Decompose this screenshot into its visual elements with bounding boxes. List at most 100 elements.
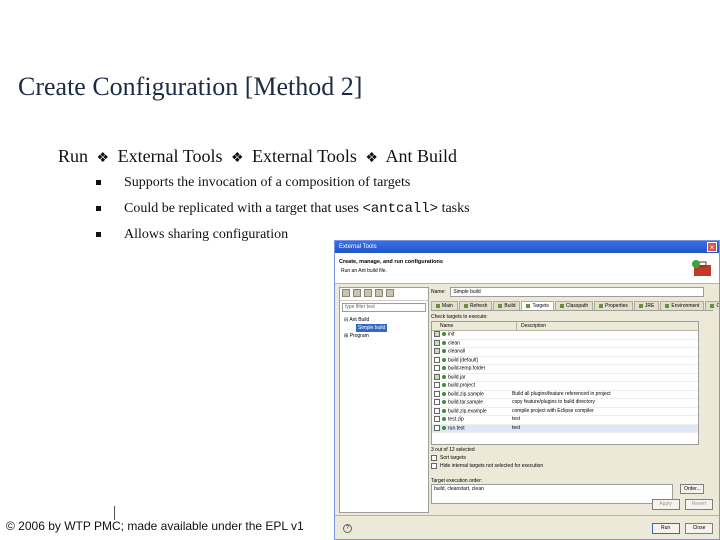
target-checkbox[interactable] — [434, 399, 440, 405]
target-icon — [442, 349, 446, 353]
target-icon — [442, 391, 446, 396]
target-description: test — [512, 416, 521, 422]
help-icon[interactable]: ? — [343, 524, 352, 533]
hide-internal-checkbox[interactable] — [431, 462, 437, 469]
tree-item-ant-build[interactable]: ⊟ Ant Build — [344, 316, 424, 324]
target-checkbox[interactable] — [434, 373, 440, 380]
tab-main[interactable]: Main — [431, 301, 458, 310]
target-icon — [442, 400, 446, 404]
apply-button[interactable]: Apply — [651, 499, 680, 510]
target-checkbox[interactable] — [434, 365, 440, 371]
target-description — [512, 340, 698, 348]
table-row[interactable]: build [default] — [432, 356, 698, 365]
hide-internal-option[interactable]: Hide internal targets not selected for e… — [431, 462, 713, 470]
collapse-icon[interactable] — [375, 289, 383, 297]
tab-targets[interactable]: Targets — [521, 301, 554, 310]
table-row[interactable]: build.project — [432, 382, 698, 391]
name-label: Name: — [431, 289, 446, 296]
column-name[interactable]: Name — [432, 322, 517, 330]
sort-targets-option[interactable]: Sort targets — [431, 454, 713, 462]
bullet-item: Could be replicated with a target that u… — [96, 198, 470, 224]
delete-icon[interactable] — [364, 289, 372, 297]
target-checkbox[interactable] — [434, 390, 440, 397]
execution-order-field[interactable]: build, cleanstart, clean — [431, 484, 673, 504]
tree-item-simple-build[interactable]: Simple build — [344, 324, 424, 332]
menu-path-ant-build: Ant Build — [385, 146, 458, 166]
target-icon — [442, 425, 446, 430]
tab-common[interactable]: Common — [705, 301, 719, 310]
slide-title: Create Configuration [Method 2] — [18, 72, 363, 101]
table-row[interactable]: build.tar.sample copy feature/plugins to … — [432, 399, 698, 408]
table-row[interactable]: init — [432, 331, 698, 340]
tab-build[interactable]: Build — [493, 301, 521, 310]
target-description — [512, 374, 698, 382]
target-checkbox[interactable] — [434, 416, 440, 422]
target-icon — [442, 383, 446, 387]
table-row[interactable]: clean — [432, 339, 698, 348]
target-checkbox[interactable] — [434, 356, 440, 363]
menu-path-external-tools-2: External Tools — [252, 146, 357, 166]
filter-icon[interactable] — [386, 289, 394, 297]
target-checkbox[interactable] — [434, 348, 440, 354]
bullet-text-suffix: tasks — [438, 201, 470, 216]
order-button[interactable]: Order... — [680, 484, 705, 494]
tab-icon — [638, 303, 643, 308]
apply-revert-row: Apply Revert — [648, 499, 713, 510]
bullet-list: Supports the invocation of a composition… — [96, 172, 470, 250]
target-description — [512, 331, 698, 339]
table-row[interactable]: cleanall — [432, 348, 698, 357]
tab-refresh[interactable]: Refresh — [458, 301, 493, 310]
check-targets-label: Check targets to execute: — [431, 314, 488, 320]
footer-divider — [114, 506, 115, 520]
revert-button[interactable]: Revert — [685, 499, 713, 510]
target-checkbox[interactable] — [434, 339, 440, 346]
external-tools-dialog: External Tools × Create, manage, and run… — [334, 240, 720, 540]
tab-icon — [526, 303, 531, 308]
target-icon — [442, 332, 446, 336]
target-description — [512, 357, 698, 365]
bullet-item: Supports the invocation of a composition… — [96, 172, 470, 198]
target-checkbox[interactable] — [434, 407, 440, 414]
target-checkbox[interactable] — [434, 424, 440, 431]
sort-targets-checkbox[interactable] — [431, 454, 437, 461]
tab-jre[interactable]: JRE — [633, 301, 660, 310]
column-description[interactable]: Description — [517, 322, 546, 330]
table-row[interactable]: test.zip test — [432, 416, 698, 425]
targets-table: Name Description init clean cleanall build … — [431, 321, 699, 445]
table-row[interactable]: build.zip.sample Build all plugins/featur… — [432, 390, 698, 399]
target-name: run.test — [448, 424, 465, 431]
target-name: init — [448, 331, 455, 338]
menu-path-run: Run — [58, 146, 89, 166]
dialog-title-bar[interactable]: External Tools × — [335, 241, 719, 253]
target-checkbox[interactable] — [434, 382, 440, 388]
table-row[interactable]: run.test test — [432, 424, 698, 433]
duplicate-icon[interactable] — [353, 289, 361, 297]
tab-classpath[interactable]: Classpath — [554, 301, 594, 310]
bullet-text: Allows sharing configuration — [124, 227, 289, 242]
tree-item-program[interactable]: ⊞ Program — [344, 332, 424, 340]
name-input[interactable]: Simple build — [450, 287, 705, 297]
dialog-title: External Tools — [339, 244, 377, 250]
target-name: build-temp.folder — [448, 365, 486, 372]
tab-properties[interactable]: Properties — [594, 301, 633, 310]
table-row[interactable]: build-temp.folder — [432, 365, 698, 374]
new-configuration-icon[interactable] — [342, 289, 350, 297]
target-name: build [default] — [448, 356, 478, 363]
dialog-buttons: Run Close — [648, 523, 713, 534]
diamond-bullet-icon: ❖ — [365, 151, 378, 166]
run-button[interactable]: Run — [651, 523, 680, 534]
tab-environment[interactable]: Environment — [660, 301, 705, 310]
target-checkbox[interactable] — [434, 331, 440, 337]
close-icon[interactable]: × — [707, 242, 717, 252]
target-description: compile project with Eclipse compiler — [512, 407, 594, 414]
bullet-text: Could be replicated with a target that u… — [124, 201, 363, 216]
table-row[interactable]: build.jar — [432, 373, 698, 382]
target-name: build.zip.sample — [448, 390, 484, 397]
table-row[interactable]: build.zip.example compile project with Ec… — [432, 407, 698, 416]
tab-icon — [559, 303, 564, 308]
dialog-header-subtitle: Run an Ant build file. — [341, 268, 387, 274]
configuration-tree-panel: type filter text ⊟ Ant Build Simple buil… — [339, 287, 429, 513]
close-button[interactable]: Close — [685, 523, 713, 534]
square-bullet-icon — [96, 232, 101, 237]
filter-input[interactable]: type filter text — [342, 303, 426, 312]
